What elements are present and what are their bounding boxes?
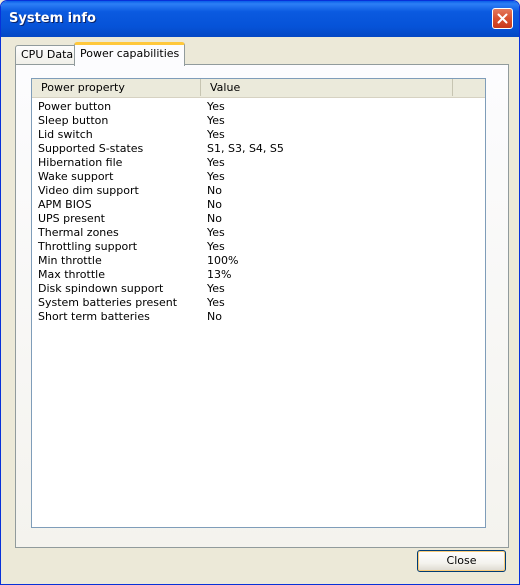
value-cell: No <box>207 184 222 197</box>
list-item[interactable]: Supported S-states S1, S3, S4, S5 <box>38 142 478 156</box>
list-item[interactable]: Short term batteries No <box>38 310 478 324</box>
column-header-value[interactable]: Value <box>201 79 453 96</box>
property-cell: Wake support <box>38 170 114 183</box>
list-item[interactable]: System batteries present Yes <box>38 296 478 310</box>
value-cell: Yes <box>207 226 225 239</box>
column-header-power-property[interactable]: Power property <box>32 79 201 96</box>
value-cell: Yes <box>207 282 225 295</box>
property-cell: Max throttle <box>38 268 105 281</box>
list-item[interactable]: Min throttle 100% <box>38 254 478 268</box>
value-cell: Yes <box>207 240 225 253</box>
list-item[interactable]: Sleep button Yes <box>38 114 478 128</box>
property-cell: Thermal zones <box>38 226 119 239</box>
power-properties-list[interactable]: Power property Value Power button Yes Slee… <box>31 78 486 528</box>
property-cell: APM BIOS <box>38 198 92 211</box>
list-item[interactable]: Wake support Yes <box>38 170 478 184</box>
property-cell: Disk spindown support <box>38 282 164 295</box>
list-rows: Power button Yes Sleep button Yes Lid switch… <box>38 100 478 324</box>
system-info-window: System info CPU Data Power capabilities … <box>0 0 520 585</box>
value-cell: Yes <box>207 128 225 141</box>
property-cell: Video dim support <box>38 184 139 197</box>
tab-power-capabilities[interactable]: Power capabilities <box>74 42 186 66</box>
list-item[interactable]: Power button Yes <box>38 100 478 114</box>
list-item[interactable]: Max throttle 13% <box>38 268 478 282</box>
property-cell: Lid switch <box>38 128 93 141</box>
tab-cpu-data[interactable]: CPU Data <box>15 45 80 65</box>
value-cell: 100% <box>207 254 239 267</box>
value-cell: No <box>207 310 222 323</box>
title-bar[interactable]: System info <box>1 1 519 37</box>
list-item[interactable]: Thermal zones Yes <box>38 226 478 240</box>
property-cell: Hibernation file <box>38 156 123 169</box>
list-item[interactable]: Hibernation file Yes <box>38 156 478 170</box>
tab-label: CPU Data <box>21 48 74 61</box>
property-cell: Sleep button <box>38 114 109 127</box>
value-cell: Yes <box>207 100 225 113</box>
dialog-client-area: CPU Data Power capabilities Power proper… <box>5 37 515 582</box>
tab-label: Power capabilities <box>80 47 180 60</box>
close-icon <box>497 13 508 24</box>
value-cell: S1, S3, S4, S5 <box>207 142 284 155</box>
tab-panel-power-capabilities: Power property Value Power button Yes Slee… <box>15 64 509 548</box>
list-item[interactable]: Disk spindown support Yes <box>38 282 478 296</box>
property-cell: Short term batteries <box>38 310 150 323</box>
column-header-filler <box>453 79 485 96</box>
value-cell: No <box>207 212 222 225</box>
list-item[interactable]: Video dim support No <box>38 184 478 198</box>
list-item[interactable]: APM BIOS No <box>38 198 478 212</box>
list-item[interactable]: Throttling support Yes <box>38 240 478 254</box>
value-cell: Yes <box>207 114 225 127</box>
property-cell: Throttling support <box>38 240 138 253</box>
value-cell: 13% <box>207 268 232 281</box>
property-cell: UPS present <box>38 212 105 225</box>
property-cell: Power button <box>38 100 112 113</box>
window-title: System info <box>9 11 96 26</box>
value-cell: Yes <box>207 296 225 309</box>
value-cell: Yes <box>207 156 225 169</box>
value-cell: No <box>207 198 222 211</box>
value-cell: Yes <box>207 170 225 183</box>
property-cell: System batteries present <box>38 296 178 309</box>
list-item[interactable]: UPS present No <box>38 212 478 226</box>
property-cell: Supported S-states <box>38 142 144 155</box>
window-close-button[interactable] <box>492 8 513 29</box>
close-button[interactable]: Close <box>417 550 506 572</box>
property-cell: Min throttle <box>38 254 102 267</box>
list-header: Power property Value <box>32 79 485 98</box>
list-item[interactable]: Lid switch Yes <box>38 128 478 142</box>
